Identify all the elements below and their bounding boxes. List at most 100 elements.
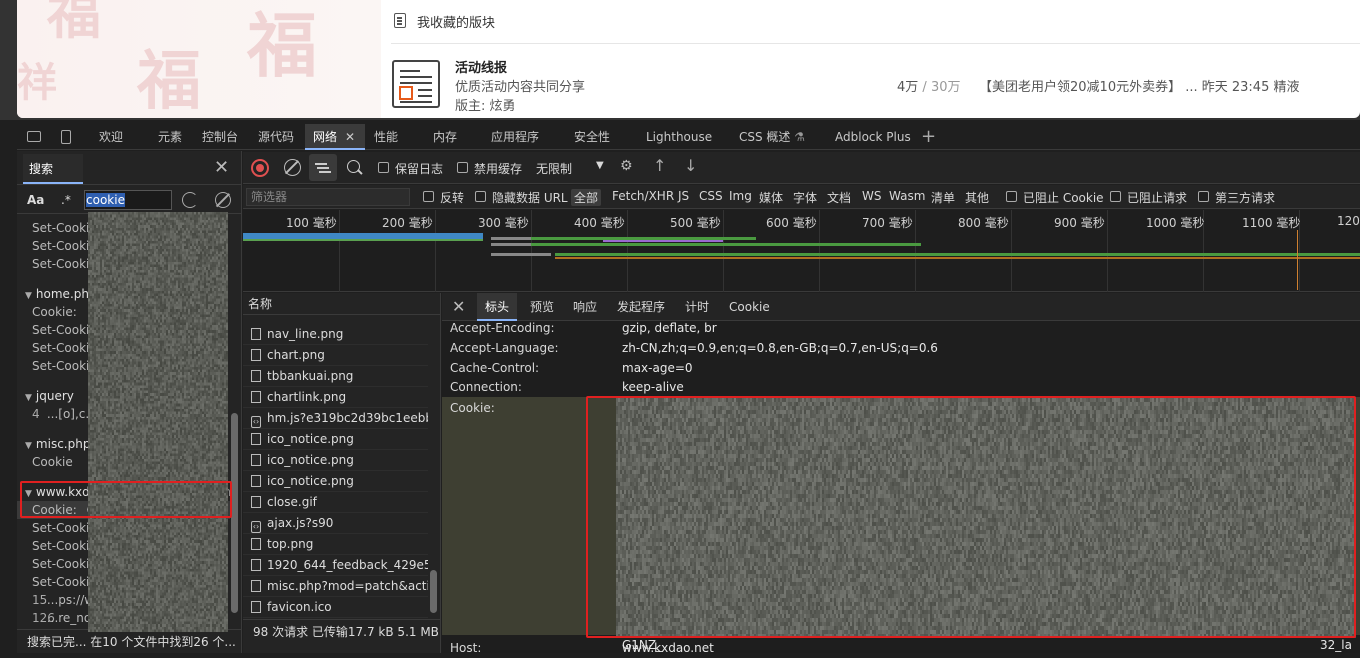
filter-ws[interactable]: WS bbox=[862, 189, 881, 203]
tab-cookies[interactable]: Cookie bbox=[729, 293, 770, 321]
tab-timing[interactable]: 计时 bbox=[685, 293, 709, 321]
invert-checkbox[interactable] bbox=[423, 191, 434, 202]
device-toolbar-icon[interactable] bbox=[61, 130, 71, 144]
disable-cache-checkbox[interactable] bbox=[457, 162, 468, 173]
record-icon[interactable] bbox=[251, 159, 269, 177]
request-name: ico_notice.png bbox=[267, 474, 354, 488]
tab-application[interactable]: 应用程序 bbox=[491, 124, 539, 150]
filter-img[interactable]: Img bbox=[729, 189, 752, 203]
chevron-down-icon[interactable]: ▼ bbox=[596, 160, 604, 171]
filter-font[interactable]: 字体 bbox=[793, 189, 817, 206]
tab-preview[interactable]: 预览 bbox=[530, 293, 554, 321]
filter-input[interactable]: 筛选器 bbox=[246, 188, 410, 206]
request-row[interactable]: nav_line.png bbox=[243, 324, 428, 345]
request-row[interactable]: favicon.ico bbox=[243, 597, 428, 618]
tab-search[interactable]: 搜索 bbox=[23, 154, 83, 184]
forum-moderator[interactable]: 版主: 炫勇 bbox=[455, 95, 516, 114]
request-row[interactable]: ico_notice.png bbox=[243, 450, 428, 471]
request-row[interactable]: chart.png bbox=[243, 345, 428, 366]
chevron-down-icon: ▼ bbox=[25, 393, 32, 403]
cookie-header-name: Cookie: bbox=[450, 401, 495, 415]
throttle-select[interactable]: 无限制 bbox=[536, 160, 572, 177]
tab-memory[interactable]: 内存 bbox=[433, 124, 457, 150]
request-name: 1920_644_feedback_429e5f... bbox=[267, 558, 428, 572]
regex-button[interactable]: .* bbox=[61, 193, 71, 207]
forum-name-link[interactable]: 活动线报 bbox=[455, 57, 507, 76]
filter-other[interactable]: 其他 bbox=[965, 189, 989, 206]
image-file-icon bbox=[251, 496, 261, 508]
import-har-icon[interactable]: ↑ bbox=[653, 156, 666, 175]
request-row[interactable]: 1920_644_feedback_429e5f... bbox=[243, 555, 428, 576]
network-toolbar: 保留日志 禁用缓存 无限制 ▼ ⚙ ↑ ↓ bbox=[243, 152, 1360, 184]
hide-data-urls-checkbox[interactable] bbox=[475, 191, 486, 202]
close-icon[interactable]: ✕ bbox=[452, 293, 465, 321]
tab-headers[interactable]: 标头 bbox=[477, 293, 518, 321]
close-icon[interactable]: ✕ bbox=[214, 157, 229, 178]
preserve-log-label: 保留日志 bbox=[395, 162, 444, 176]
inspect-icon[interactable] bbox=[27, 131, 41, 142]
filter-wasm[interactable]: Wasm bbox=[889, 189, 925, 203]
forum-icon[interactable] bbox=[392, 60, 440, 108]
tab-css-overview[interactable]: CSS 概述 ⚗ bbox=[739, 124, 805, 150]
scrollbar[interactable] bbox=[230, 231, 240, 631]
timeline-tick: 900 毫秒 bbox=[1054, 216, 1105, 230]
filter-doc[interactable]: 文档 bbox=[827, 189, 851, 206]
forum-last-post[interactable]: 【美团老用户领20减10元外卖券】 ... 昨天 23:45 精液 bbox=[979, 76, 1299, 95]
tab-security[interactable]: 安全性 bbox=[574, 124, 610, 150]
request-row[interactable]: ico_notice.png bbox=[243, 429, 428, 450]
tab-initiator[interactable]: 发起程序 bbox=[617, 293, 665, 321]
request-row[interactable]: top.png bbox=[243, 534, 428, 555]
export-har-icon[interactable]: ↓ bbox=[684, 156, 697, 175]
blocked-requests-checkbox[interactable] bbox=[1110, 191, 1121, 202]
search-input[interactable]: cookie bbox=[84, 190, 172, 210]
tab-performance[interactable]: 性能 bbox=[374, 124, 398, 150]
network-filter-bar: 筛选器 反转 隐藏数据 URL 全部 Fetch/XHR JS CSS Img … bbox=[243, 185, 1360, 209]
filter-fetch-xhr[interactable]: Fetch/XHR bbox=[612, 189, 674, 203]
tab-lighthouse[interactable]: Lighthouse bbox=[646, 124, 712, 150]
details-tab-bar: ✕ 标头 预览 响应 发起程序 计时 Cookie bbox=[442, 293, 1360, 321]
clear-icon[interactable] bbox=[215, 192, 231, 208]
request-row[interactable]: ‹› hm.js?e319bc2d39bc1eebb... bbox=[243, 408, 428, 429]
timeline-tick: 200 毫秒 bbox=[382, 216, 433, 230]
filter-css[interactable]: CSS bbox=[699, 189, 723, 203]
timeline-tick: 700 毫秒 bbox=[862, 216, 913, 230]
filter-icon[interactable] bbox=[309, 154, 337, 181]
filter-media[interactable]: 媒体 bbox=[759, 189, 783, 206]
timeline-bar bbox=[603, 240, 723, 242]
match-case-button[interactable]: Aa bbox=[27, 193, 44, 207]
request-row[interactable]: tbbankuai.png bbox=[243, 366, 428, 387]
forum-description: 优质活动内容共同分享 bbox=[455, 80, 586, 95]
request-row[interactable]: ico_notice.png bbox=[243, 471, 428, 492]
network-conditions-icon[interactable]: ⚙ bbox=[620, 158, 633, 174]
preserve-log-checkbox[interactable] bbox=[378, 162, 389, 173]
network-timeline[interactable]: 100 毫秒 200 毫秒 300 毫秒 400 毫秒 500 毫秒 600 毫… bbox=[243, 210, 1360, 292]
request-row[interactable]: close.gif bbox=[243, 492, 428, 513]
tab-sources[interactable]: 源代码 bbox=[258, 124, 294, 150]
third-party-checkbox[interactable] bbox=[1198, 191, 1209, 202]
blocked-cookies-label: 已阻止 Cookie bbox=[1023, 191, 1104, 205]
blocked-cookies-checkbox[interactable] bbox=[1006, 191, 1017, 202]
clear-icon[interactable] bbox=[284, 159, 301, 176]
search-status: 搜索已完... 在10 个文件中找到26 个... bbox=[17, 629, 242, 653]
search-icon[interactable] bbox=[347, 160, 363, 175]
request-row[interactable]: misc.php?mod=patch&acti... bbox=[243, 576, 428, 597]
tab-elements[interactable]: 元素 bbox=[158, 124, 182, 150]
tab-adblock-plus[interactable]: Adblock Plus bbox=[835, 124, 911, 150]
name-column-header[interactable]: 名称 bbox=[243, 293, 441, 315]
filter-js[interactable]: JS bbox=[678, 189, 689, 203]
favorites-header bbox=[391, 0, 1360, 44]
filter-all[interactable]: 全部 bbox=[571, 189, 602, 206]
scrollbar[interactable] bbox=[429, 315, 439, 615]
add-tab-icon[interactable]: + bbox=[921, 124, 936, 150]
request-row[interactable]: ‹› ajax.js?s90 bbox=[243, 513, 428, 534]
tab-network[interactable]: 网络 ✕ bbox=[305, 124, 365, 150]
tab-console[interactable]: 控制台 bbox=[202, 124, 238, 150]
filter-manifest[interactable]: 清单 bbox=[931, 189, 955, 206]
tab-response[interactable]: 响应 bbox=[573, 293, 597, 321]
refresh-icon[interactable] bbox=[182, 192, 198, 208]
request-name: nav_line.png bbox=[267, 327, 344, 341]
tab-welcome[interactable]: 欢迎 bbox=[99, 124, 123, 150]
request-row[interactable]: chartlink.png bbox=[243, 387, 428, 408]
close-icon[interactable]: ✕ bbox=[345, 130, 355, 144]
image-file-icon bbox=[251, 601, 261, 613]
